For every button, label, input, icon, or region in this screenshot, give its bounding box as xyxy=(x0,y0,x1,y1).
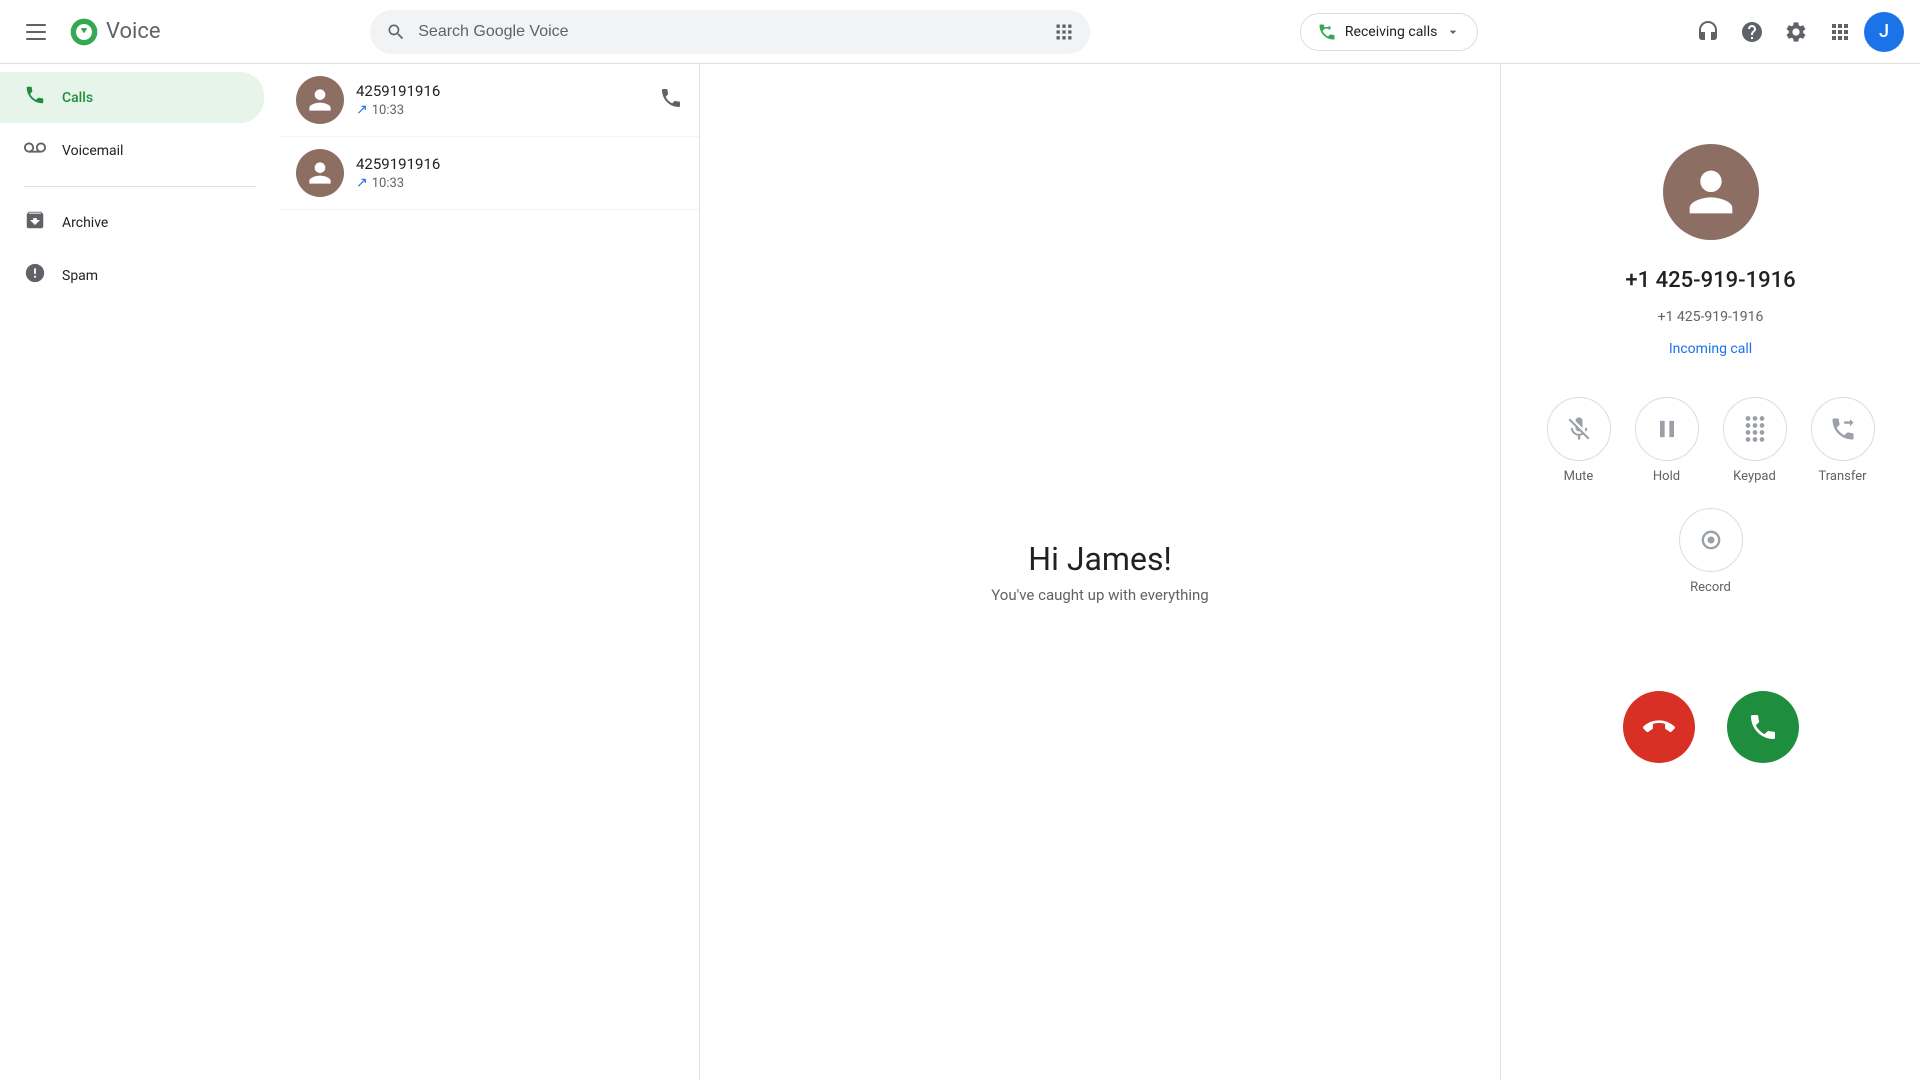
dropdown-arrow-icon xyxy=(1445,24,1461,40)
transfer-control[interactable]: Transfer xyxy=(1811,397,1875,484)
receiving-calls-icon xyxy=(1317,22,1337,42)
call-time-2: 10:33 xyxy=(372,176,404,191)
mute-circle xyxy=(1547,397,1611,461)
voice-logo-icon xyxy=(68,16,100,48)
call-number-1: 4259191916 xyxy=(356,82,647,100)
sidebar-item-calls[interactable]: Calls xyxy=(0,72,264,123)
hold-icon xyxy=(1653,415,1681,443)
call-number-2: 4259191916 xyxy=(356,155,683,173)
sidebar-archive-label: Archive xyxy=(62,215,108,231)
settings-icon xyxy=(1784,20,1808,44)
call-item[interactable]: 4259191916 ↗ 10:33 xyxy=(280,64,699,137)
sidebar-calls-label: Calls xyxy=(62,90,93,106)
help-icon xyxy=(1740,20,1764,44)
outgoing-arrow-1: ↗ xyxy=(356,102,368,118)
logo-link[interactable]: Voice xyxy=(68,16,161,48)
person-icon-1 xyxy=(304,84,336,116)
call-item-2[interactable]: 4259191916 ↗ 10:33 xyxy=(280,137,699,210)
call-time-1: 10:33 xyxy=(372,103,404,118)
incoming-person-icon xyxy=(1679,160,1743,224)
decline-icon xyxy=(1643,711,1675,743)
apps-button[interactable] xyxy=(1820,12,1860,52)
right-panel: +1 425-919-1916 +1 425-919-1916 Incoming… xyxy=(1500,64,1920,1080)
headset-button[interactable] xyxy=(1688,12,1728,52)
header: Voice Receiving calls xyxy=(0,0,1920,64)
search-grid-icon xyxy=(1054,22,1074,42)
help-button[interactable] xyxy=(1732,12,1772,52)
search-icon xyxy=(386,22,406,42)
transfer-label: Transfer xyxy=(1818,469,1866,484)
keypad-circle xyxy=(1723,397,1787,461)
caller-status: Incoming call xyxy=(1669,341,1752,357)
keypad-control[interactable]: Keypad xyxy=(1723,397,1787,484)
spam-icon xyxy=(24,262,46,289)
call-meta-2: ↗ 10:33 xyxy=(356,175,683,191)
accept-button[interactable] xyxy=(1727,691,1799,763)
hold-control[interactable]: Hold xyxy=(1635,397,1699,484)
apps-icon xyxy=(1828,20,1852,44)
menu-button[interactable] xyxy=(16,12,56,52)
search-input[interactable] xyxy=(418,23,1042,41)
sidebar-item-archive[interactable]: Archive xyxy=(0,197,264,248)
caller-number-primary: +1 425-919-1916 xyxy=(1625,268,1795,293)
headset-icon xyxy=(1696,20,1720,44)
header-icons: J xyxy=(1688,12,1904,52)
sidebar-spam-label: Spam xyxy=(62,268,98,284)
calls-icon xyxy=(24,84,46,111)
sidebar-item-voicemail[interactable]: Voicemail xyxy=(0,125,264,176)
logo-text: Voice xyxy=(106,19,161,44)
greeting-text: Hi James! xyxy=(1028,540,1171,578)
accept-icon xyxy=(1747,711,1779,743)
call-info-1: 4259191916 ↗ 10:33 xyxy=(356,82,647,118)
hold-circle xyxy=(1635,397,1699,461)
record-icon xyxy=(1697,526,1725,554)
incoming-caller-avatar xyxy=(1663,144,1759,240)
mute-control[interactable]: Mute xyxy=(1547,397,1611,484)
hamburger-icon xyxy=(26,24,46,40)
record-circle xyxy=(1679,508,1743,572)
search-bar[interactable] xyxy=(370,10,1090,54)
call-phone-button-1[interactable] xyxy=(659,86,683,114)
hold-label: Hold xyxy=(1653,469,1680,484)
record-label: Record xyxy=(1690,580,1731,595)
action-buttons xyxy=(1623,691,1799,763)
caller-number-secondary: +1 425-919-1916 xyxy=(1658,309,1764,325)
outgoing-arrow-2: ↗ xyxy=(356,175,368,191)
mute-icon xyxy=(1565,415,1593,443)
transfer-icon xyxy=(1829,415,1857,443)
user-avatar[interactable]: J xyxy=(1864,12,1904,52)
main-content: Calls Voicemail Archive xyxy=(0,64,1920,1080)
caller-avatar-2 xyxy=(296,149,344,197)
record-control[interactable]: Record xyxy=(1679,508,1743,595)
person-icon-2 xyxy=(304,157,336,189)
sidebar: Calls Voicemail Archive xyxy=(0,64,280,1080)
call-controls: Mute Hold Keypad xyxy=(1525,397,1896,595)
sidebar-divider xyxy=(24,186,256,187)
receiving-calls-button[interactable]: Receiving calls xyxy=(1300,13,1478,51)
archive-icon xyxy=(24,209,46,236)
transfer-circle xyxy=(1811,397,1875,461)
middle-panel: Hi James! You've caught up with everythi… xyxy=(700,64,1500,1080)
caller-avatar-1 xyxy=(296,76,344,124)
call-meta-1: ↗ 10:33 xyxy=(356,102,647,118)
phone-icon-1 xyxy=(659,86,683,110)
call-list: 4259191916 ↗ 10:33 4259191916 xyxy=(280,64,700,1080)
sidebar-item-spam[interactable]: Spam xyxy=(0,250,264,301)
call-info-2: 4259191916 ↗ 10:33 xyxy=(356,155,683,191)
settings-button[interactable] xyxy=(1776,12,1816,52)
receiving-calls-label: Receiving calls xyxy=(1345,24,1437,40)
keypad-label: Keypad xyxy=(1733,469,1776,484)
subtext: You've caught up with everything xyxy=(991,586,1208,604)
keypad-icon xyxy=(1741,415,1769,443)
decline-button[interactable] xyxy=(1623,691,1695,763)
voicemail-icon xyxy=(24,137,46,164)
mute-label: Mute xyxy=(1564,469,1594,484)
sidebar-voicemail-label: Voicemail xyxy=(62,143,123,159)
